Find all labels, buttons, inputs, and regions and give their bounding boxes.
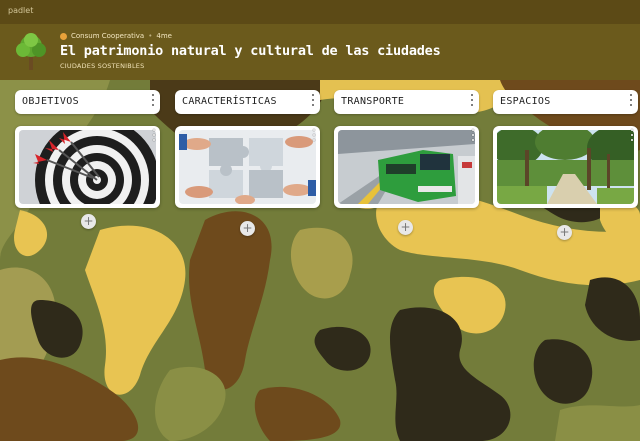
add-post-button[interactable]: + [81,214,96,229]
column-header: ESPACIOS [493,90,638,114]
post-time: 4me [156,32,172,40]
column-transporte: TRANSPORTE [334,90,479,208]
column-title: OBJETIVOS [22,96,79,107]
column-title: CARACTERÍSTICAS [182,96,277,107]
column-header: TRANSPORTE [334,90,479,114]
park-image [497,130,634,204]
column-title: TRANSPORTE [341,96,405,107]
post-card[interactable] [175,126,320,208]
board-subtitle: CIUDADES SOSTENIBLES [60,62,145,70]
top-bar: padlet [0,0,640,24]
post-menu-icon[interactable] [311,129,317,141]
meta-separator: • [148,32,153,40]
post-menu-icon[interactable] [470,129,476,141]
post-card[interactable] [493,126,638,208]
add-post-button[interactable]: + [557,225,572,240]
add-post-button[interactable]: + [240,221,255,236]
post-card[interactable] [334,126,479,208]
tree-icon [16,33,46,70]
column-caracteristicas: CARACTERÍSTICAS [175,90,320,208]
column-menu-icon[interactable] [469,94,475,106]
puzzle-image [179,130,316,204]
post-card[interactable] [15,126,160,208]
author-name[interactable]: Consum Cooperativa [71,32,144,40]
column-espacios: ESPACIOS [493,90,638,208]
train-image [338,130,475,204]
add-post-button[interactable]: + [398,220,413,235]
column-objetivos: OBJETIVOS [15,90,160,208]
column-menu-icon[interactable] [310,94,316,106]
column-title: ESPACIOS [500,96,551,107]
app-brand[interactable]: padlet [8,6,33,15]
author-avatar [60,32,67,40]
column-menu-icon[interactable] [150,94,156,106]
column-header: CARACTERÍSTICAS [175,90,320,114]
column-header: OBJETIVOS [15,90,160,114]
post-menu-icon[interactable] [629,129,635,141]
dartboard-image [19,130,156,204]
board-title: El patrimonio natural y cultural de las … [60,43,441,59]
column-menu-icon[interactable] [628,94,634,106]
post-menu-icon[interactable] [151,129,157,141]
board-header: Consum Cooperativa • 4me El patrimonio n… [0,24,640,80]
board-meta: Consum Cooperativa • 4me [60,32,172,40]
